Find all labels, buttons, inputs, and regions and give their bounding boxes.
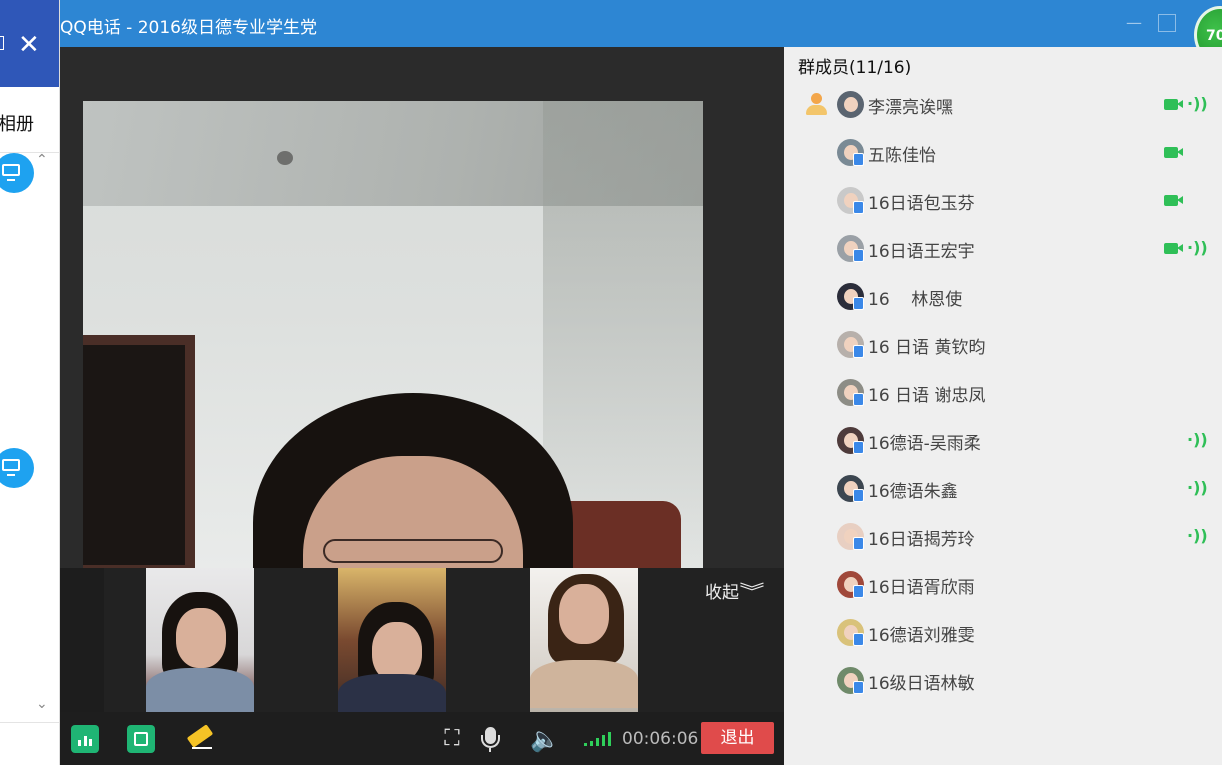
- double-chevron-down-icon: ︾: [739, 582, 765, 603]
- speaker-icon[interactable]: 🔈: [530, 725, 560, 753]
- call-toolbar: ⛶ 🔈 00:06:06 退出: [60, 712, 784, 765]
- signal-icon: [584, 732, 614, 746]
- speaking-icon: ·)): [1187, 430, 1208, 449]
- member-row[interactable]: 16日语揭芳玲 ·)): [784, 513, 1222, 561]
- computer-icon[interactable]: [0, 153, 34, 193]
- minimize-icon[interactable]: —: [1123, 12, 1145, 34]
- mobile-device-icon: [853, 393, 864, 406]
- member-row[interactable]: 16德语朱鑫 ·)): [784, 465, 1222, 513]
- member-name: 李漂亮诶嘿: [868, 98, 953, 118]
- close-icon[interactable]: ✕: [18, 30, 40, 60]
- mobile-device-icon: [853, 297, 864, 310]
- window-title: QQ电话 - 2016级日德专业学生党: [60, 18, 317, 38]
- video-thumbnail[interactable]: [338, 568, 446, 712]
- member-name: 16日语包玉芬: [868, 194, 975, 214]
- member-row[interactable]: 李漂亮诶嘿 ·)): [784, 81, 1222, 129]
- microphone-icon[interactable]: [476, 725, 504, 753]
- fullscreen-icon[interactable]: ⛶: [438, 725, 466, 753]
- title-bar: QQ电话 - 2016级日德专业学生党 —: [0, 0, 1222, 47]
- thumbnail-strip-edge: [60, 568, 104, 712]
- mobile-device-icon: [853, 249, 864, 262]
- member-row[interactable]: 16日语胥欣雨: [784, 561, 1222, 609]
- collapse-label: 收起: [705, 583, 739, 603]
- video-thumbnail[interactable]: [146, 568, 254, 712]
- album-label[interactable]: 相册: [0, 110, 34, 136]
- member-name: 16德语刘雅雯: [868, 626, 975, 646]
- mobile-device-icon: [853, 489, 864, 502]
- stats-icon[interactable]: [71, 725, 99, 753]
- mobile-device-icon: [853, 201, 864, 214]
- mobile-device-icon: [853, 153, 864, 166]
- video-door: [83, 335, 195, 569]
- member-name: 16日语揭芳玲: [868, 530, 975, 550]
- mobile-device-icon: [853, 681, 864, 694]
- scroll-up-icon[interactable]: ⌃: [36, 152, 48, 168]
- video-camera-icon: [1164, 99, 1183, 110]
- video-camera-icon: [1164, 147, 1183, 158]
- member-name: 五陈佳怡: [868, 146, 936, 166]
- mobile-device-icon: [853, 633, 864, 646]
- self-user-icon: [803, 91, 829, 117]
- members-panel: 群成员(11/16) 李漂亮诶嘿 ·)) 五陈佳怡 16日语包玉芬 16日语王宏宇 ·))…: [784, 47, 1222, 765]
- scroll-down-icon[interactable]: ⌄: [36, 696, 48, 712]
- computer-icon[interactable]: [0, 448, 34, 488]
- exit-button[interactable]: 退出: [701, 722, 774, 754]
- member-name: 16德语朱鑫: [868, 482, 958, 502]
- video-thumbnail-strip: 收起︾: [60, 568, 784, 712]
- member-row[interactable]: 16 日语 黄钦昀: [784, 321, 1222, 369]
- video-camera-icon: [1164, 195, 1183, 206]
- collapse-button[interactable]: 收起︾: [705, 578, 765, 604]
- mobile-device-icon: [853, 345, 864, 358]
- member-name: 16级日语林敏: [868, 674, 975, 694]
- member-avatar[interactable]: [837, 91, 864, 118]
- member-row[interactable]: 16德语刘雅雯: [784, 609, 1222, 657]
- member-name: 16日语王宏宇: [868, 242, 975, 262]
- video-person-glasses: [323, 539, 503, 563]
- mobile-device-icon: [853, 441, 864, 454]
- qq-call-window: QQ电话 - 2016级日德专业学生党 — 70 ✕ 相册 ⌃ ⌄ 收起︾ ⛶ …: [0, 0, 1222, 765]
- mobile-device-icon: [853, 537, 864, 550]
- speaking-icon: ·)): [1187, 478, 1208, 497]
- member-row[interactable]: 16级日语林敏: [784, 657, 1222, 705]
- member-name: 16日语胥欣雨: [868, 578, 975, 598]
- maximize-icon[interactable]: [1158, 14, 1176, 32]
- member-name: 16 日语 谢忠凤: [868, 386, 986, 406]
- member-row[interactable]: 五陈佳怡: [784, 129, 1222, 177]
- video-ceiling-lamp: [277, 151, 293, 165]
- members-header: 群成员(11/16): [798, 58, 912, 78]
- screen-share-icon[interactable]: [127, 725, 155, 753]
- left-side-panel: ✕ 相册 ⌃ ⌄: [0, 0, 60, 765]
- left-panel-header: ✕: [0, 0, 59, 87]
- member-row[interactable]: 16 林恩使: [784, 273, 1222, 321]
- member-name: 16 林恩使: [868, 290, 963, 310]
- eraser-icon[interactable]: [184, 724, 214, 753]
- main-video-feed[interactable]: [83, 101, 703, 569]
- member-row[interactable]: 16德语-吴雨柔 ·)): [784, 417, 1222, 465]
- speaking-icon: ·)): [1187, 526, 1208, 545]
- member-name: 16 日语 黄钦昀: [868, 338, 986, 358]
- speaking-icon: ·)): [1187, 238, 1208, 257]
- member-row[interactable]: 16 日语 谢忠凤: [784, 369, 1222, 417]
- member-name: 16德语-吴雨柔: [868, 434, 981, 454]
- speaking-icon: ·)): [1187, 94, 1208, 113]
- mobile-device-icon: [853, 585, 864, 598]
- divider: [0, 722, 59, 723]
- call-timer: 00:06:06: [622, 729, 699, 749]
- video-thumbnail[interactable]: [530, 568, 638, 712]
- video-area: 收起︾: [60, 47, 784, 712]
- member-row[interactable]: 16日语包玉芬: [784, 177, 1222, 225]
- window-icon[interactable]: [0, 36, 4, 50]
- member-row[interactable]: 16日语王宏宇 ·)): [784, 225, 1222, 273]
- video-camera-icon: [1164, 243, 1183, 254]
